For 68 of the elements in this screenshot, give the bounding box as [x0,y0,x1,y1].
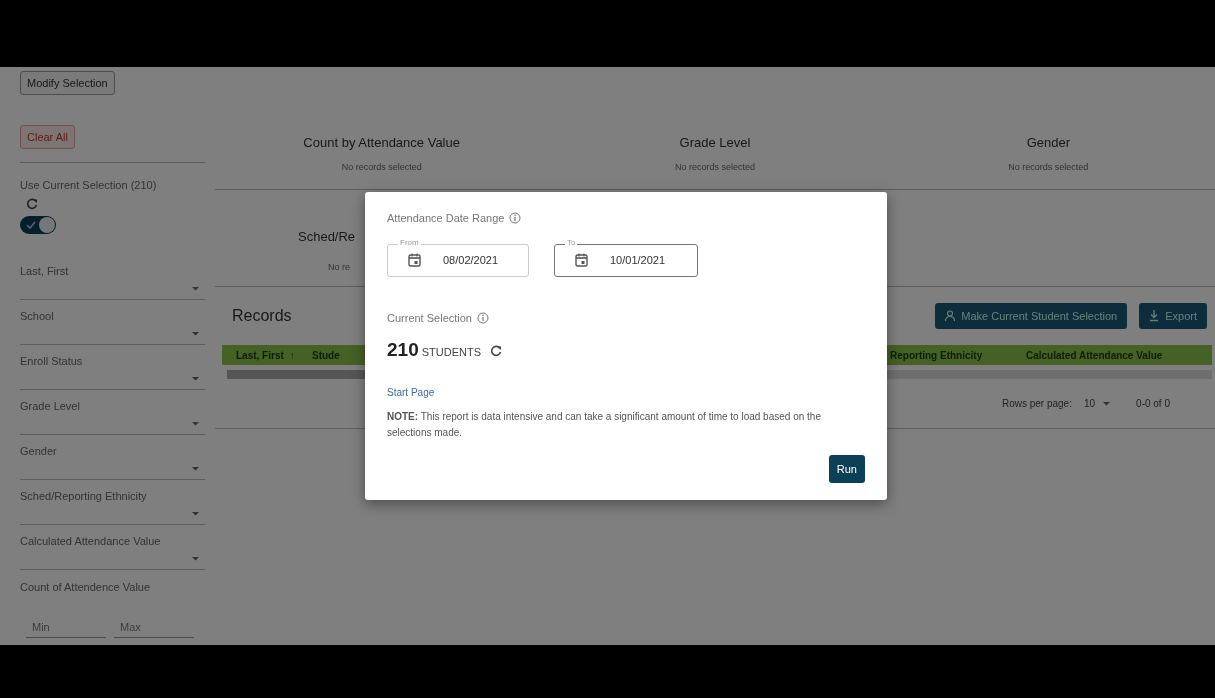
clear-all-button[interactable]: Clear All [20,125,75,149]
start-page-link[interactable]: Start Page [387,384,435,400]
action-button[interactable]: Make Current Student Selection [935,302,1128,330]
field-label: Count of Attendence Value [20,580,152,595]
calendar-icon[interactable] [575,253,588,267]
run-button[interactable]: Run [828,454,865,483]
caret-icon[interactable] [192,287,199,291]
caret-icon[interactable] [192,467,199,471]
download-icon [1149,310,1160,322]
sort-icon[interactable]: ↑ [289,349,295,361]
empty-message: No records selected [1007,160,1090,174]
chart-title: Grade Level [678,134,752,152]
column-header[interactable]: Stude [312,349,340,361]
select-field[interactable]: Enroll Status [20,345,205,390]
info-icon[interactable] [509,212,522,225]
check-icon[interactable] [26,220,36,229]
select-field[interactable]: Gender [20,435,205,480]
info-icon[interactable] [477,311,489,324]
person-icon [945,310,956,322]
caret-icon[interactable] [1103,401,1111,406]
date-value: 10/01/2021 [610,252,666,268]
select-label: Gender [20,444,58,459]
caret-icon[interactable] [192,332,199,336]
modify-selection-button[interactable]: Modify Selection [20,71,115,95]
select-field[interactable]: Last, First [20,255,205,300]
date-value: 08/02/2021 [443,252,499,268]
count-unit: STUDENTS [421,345,481,360]
select-field[interactable]: Grade Level [20,390,205,435]
chart-title: Count by Attendance Value [302,134,461,152]
calendar-icon[interactable] [408,253,421,267]
refresh-icon[interactable] [26,196,39,210]
select-field[interactable]: Calculated Attendance Value [20,525,205,570]
select-field[interactable]: Sched/Reporting Ethnicity [20,480,205,525]
section-title: Records [232,306,292,326]
page-range: 0-0 of 0 [1136,397,1170,411]
floating-label: From [398,237,421,248]
min-field[interactable]: Min [26,616,106,638]
chart-title: Gender [1025,134,1071,152]
toggle-label: Use Current Selection (210) [20,178,158,193]
refresh-icon[interactable] [490,343,503,357]
rows-per-page-label: Rows per page: [1001,397,1072,411]
column-header[interactable]: Last, First [236,349,284,361]
column-header[interactable]: Reporting Ethnicity [890,349,983,361]
empty-message: No records selected [340,160,423,174]
floating-label: To [565,237,578,248]
chart-title: Sched/Re [298,228,356,246]
select-label: Enroll Status [20,354,84,369]
caret-icon[interactable] [192,557,199,561]
caret-icon[interactable] [192,512,199,516]
select-label: Sched/Reporting Ethnicity [20,489,148,504]
column-header[interactable]: Calculated Attendance Value [1026,349,1163,361]
caret-icon[interactable] [192,377,199,381]
toggle-switch[interactable] [20,215,56,234]
caret-icon[interactable] [192,422,199,426]
empty-message: No records selected [673,160,756,174]
select-label: Last, First [20,264,70,279]
max-field[interactable]: Max [114,616,194,638]
select-label: School [20,309,55,324]
select-field[interactable]: School [20,300,205,345]
select-label: Grade Level [20,399,81,414]
student-count: 210 [387,338,419,362]
empty-message: No re [328,260,351,274]
section-label: Current Selection [387,310,472,326]
rows-per-page-select[interactable]: 10 [1083,396,1096,411]
select-label: Calculated Attendance Value [20,534,162,549]
note-text: NOTE: This report is data intensive and can take a significant amount of time to load based on the selections made. [387,409,822,440]
section-label: Attendance Date Range [387,211,505,226]
action-button[interactable]: Export [1139,302,1207,330]
